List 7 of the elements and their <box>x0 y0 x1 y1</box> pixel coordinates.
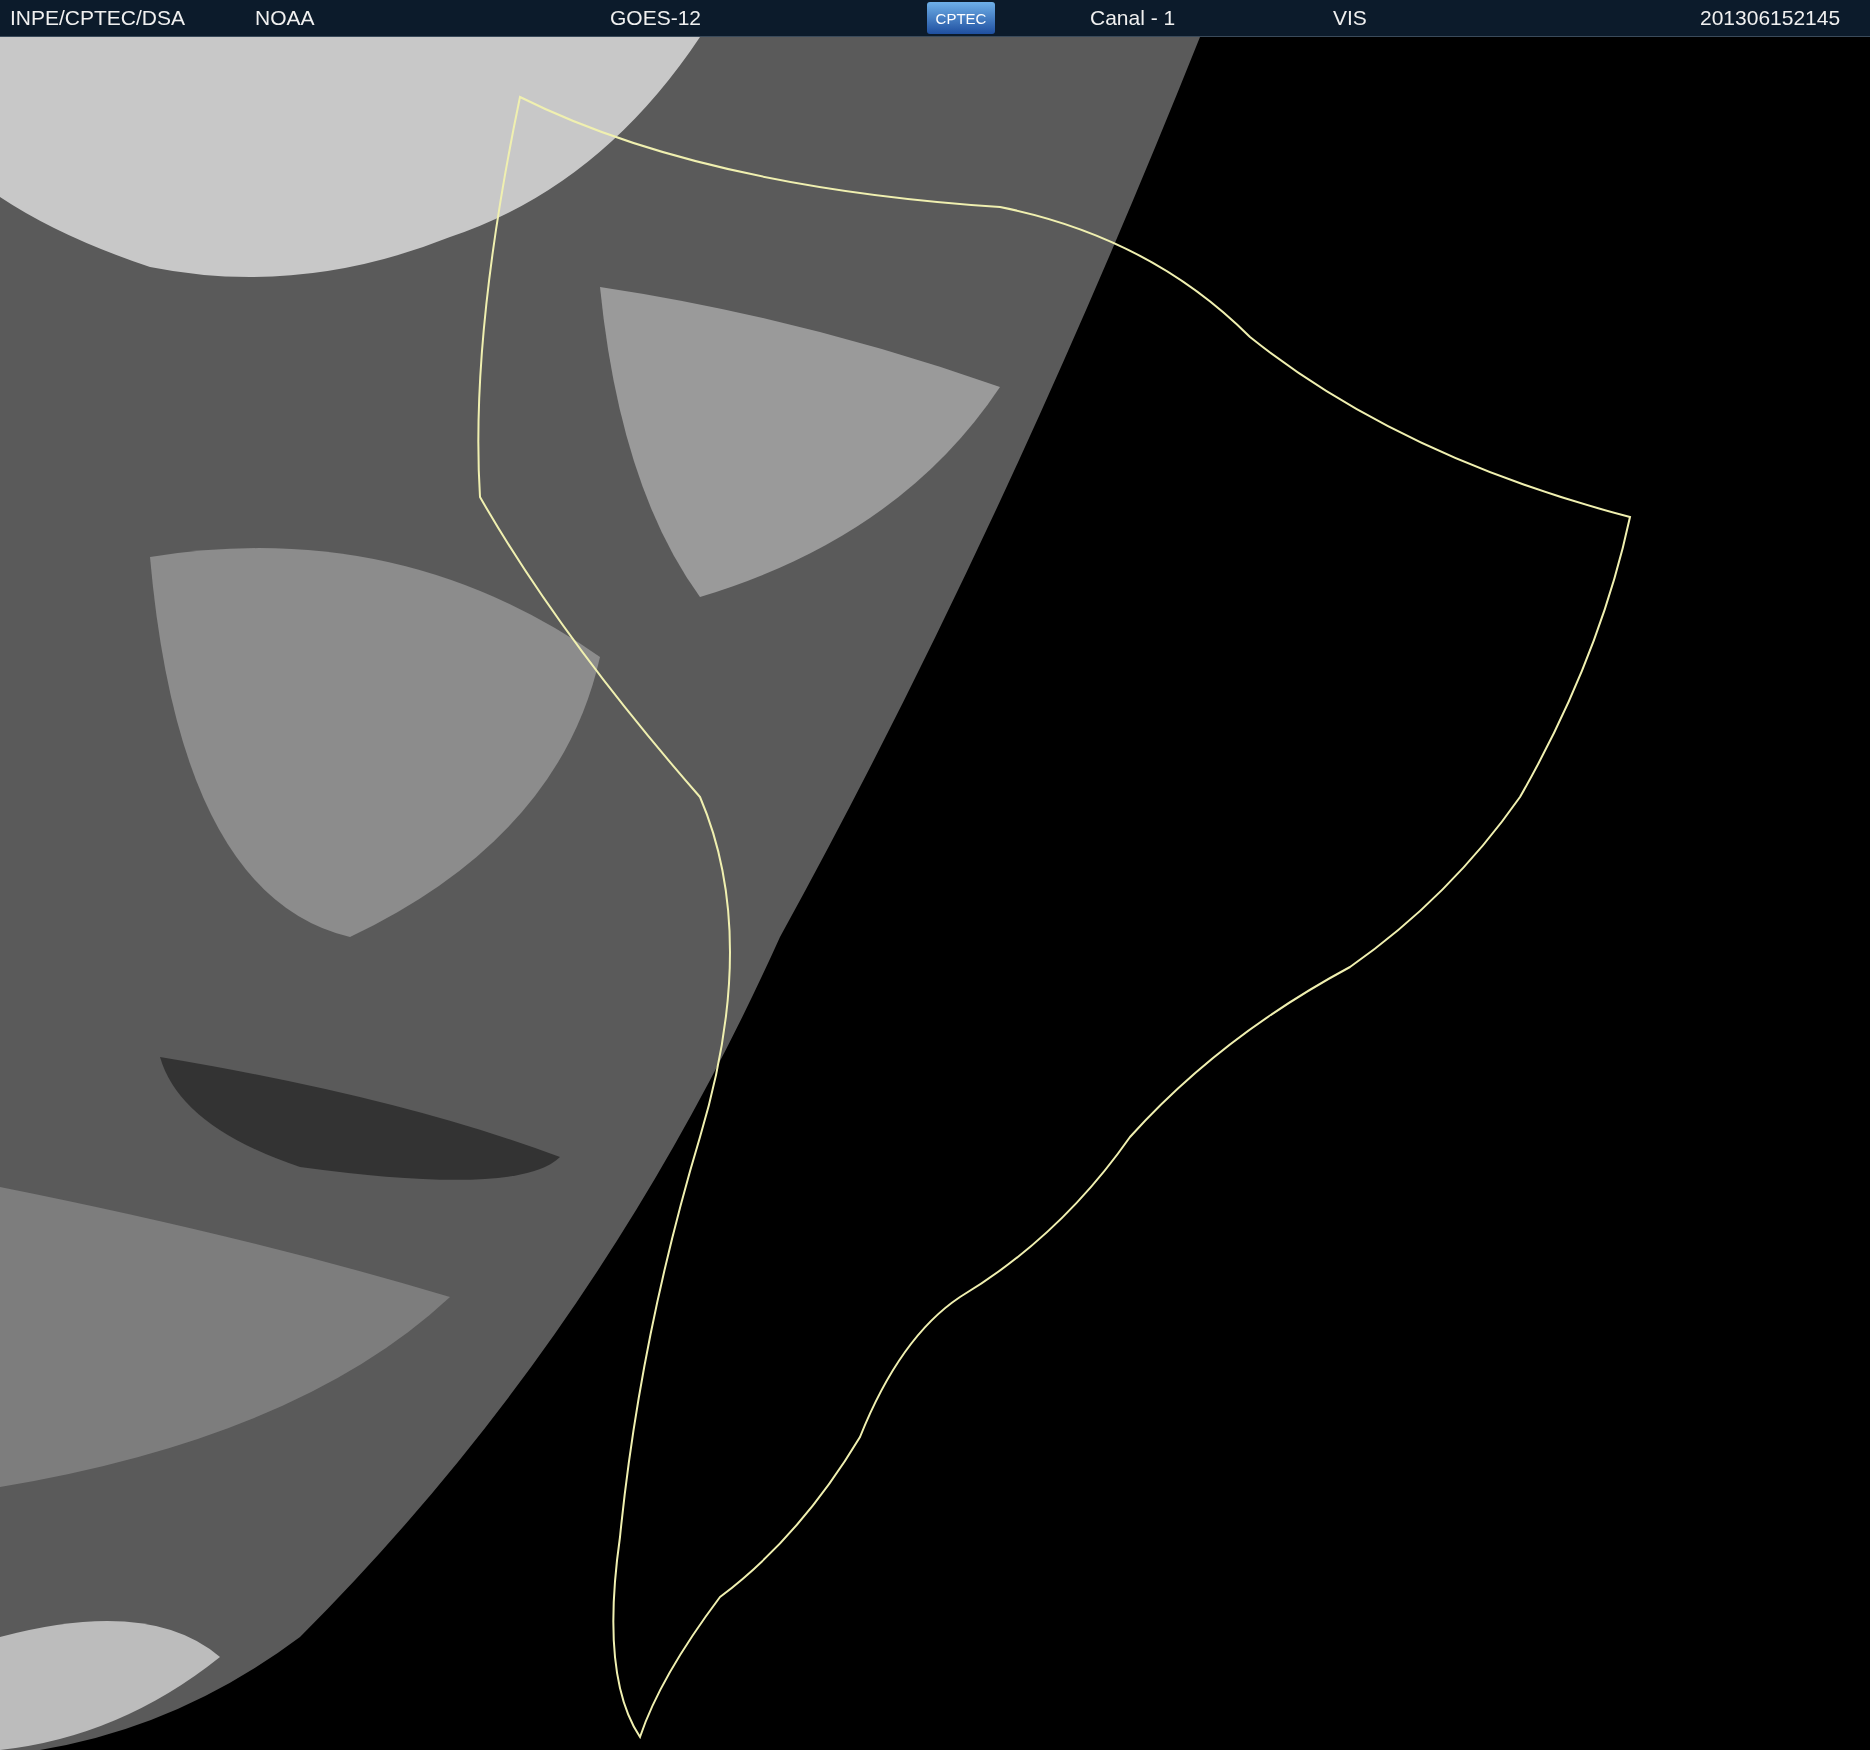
header-label: INPE/CPTEC/DSA <box>10 6 186 29</box>
header-label: VIS <box>1333 6 1367 29</box>
header-label: Canal - 1 <box>1090 6 1176 29</box>
header-label: NOAA <box>255 6 315 29</box>
header-label: 201306152145 <box>1700 6 1841 29</box>
logo: CPTEC <box>927 2 995 34</box>
header-label: GOES-12 <box>610 6 702 29</box>
